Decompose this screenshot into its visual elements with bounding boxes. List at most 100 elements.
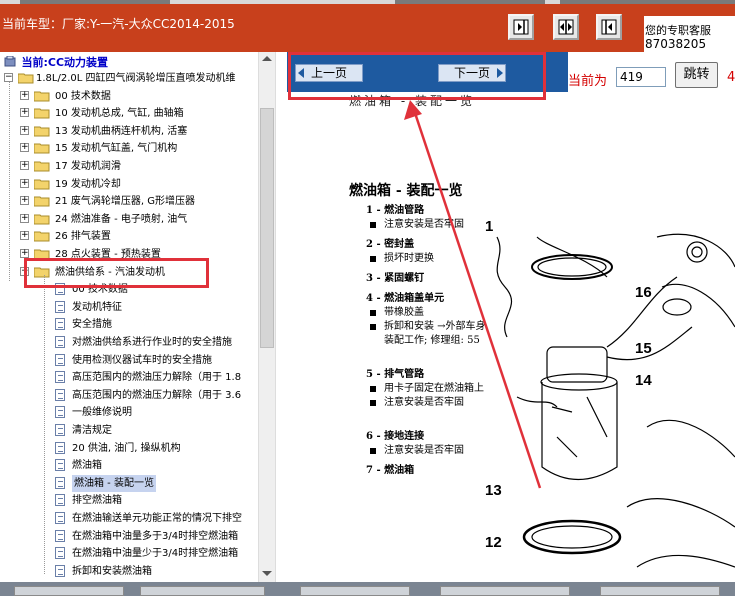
expand-icon[interactable]: + <box>20 249 29 258</box>
bottom-tab[interactable] <box>600 586 720 596</box>
support-label: 您的专职客服 <box>645 24 711 37</box>
callout-16: 16 <box>635 284 652 301</box>
tree-document-label: 20 供油, 油门, 操纵机构 <box>72 442 181 454</box>
document-icon <box>55 336 65 348</box>
document-icon <box>55 441 65 454</box>
document-icon <box>55 547 65 560</box>
tree-document-label: 在燃油箱中油量少于3/4时排空燃油箱 <box>72 548 239 560</box>
pager-highlight-box <box>288 52 546 100</box>
tree-document-label: 拆卸和安装燃油箱 <box>72 565 152 577</box>
top-strip-segment <box>20 0 170 4</box>
tree-folder-label: 24 燃油准备 - 电子喷射, 油气 <box>55 213 188 225</box>
tree-folder-label: 15 发动机气缸盖, 气门机构 <box>55 143 178 155</box>
document-icon <box>55 529 65 542</box>
document-icon <box>55 406 65 419</box>
top-strip-segment <box>395 0 545 4</box>
split-view-icon <box>558 19 574 35</box>
scroll-up-icon[interactable] <box>262 56 272 61</box>
tree-scrollbar[interactable] <box>258 52 275 582</box>
document-icon <box>55 564 65 577</box>
top-strip-segment <box>560 0 735 4</box>
tree-connector <box>44 275 45 575</box>
tree-document-label: 发动机特征 <box>72 301 122 313</box>
current-car-model: 当前车型：厂家:Y-一汽-大众CC2014-2015 <box>2 17 235 31</box>
current-page-label: 当前为 <box>568 74 608 89</box>
document-icon <box>55 424 65 436</box>
document-icon <box>55 353 65 366</box>
expand-icon[interactable]: + <box>20 178 29 188</box>
folder-icon <box>34 231 50 242</box>
tree-document-label: 一般维修说明 <box>72 407 132 419</box>
tree-scroll-thumb[interactable] <box>260 108 274 348</box>
collapse-icon[interactable]: − <box>4 73 13 82</box>
tree-root[interactable]: 当前:CC动力装置 <box>4 54 109 69</box>
callout-14: 14 <box>635 372 652 389</box>
tree-folder-label: 19 发动机冷却 <box>55 178 121 190</box>
support-number: 87038205 <box>645 37 707 51</box>
pane-splitter[interactable] <box>275 52 287 596</box>
folder-icon <box>34 108 50 119</box>
tree-highlight-box <box>24 258 209 288</box>
tree-folder-label: 21 废气涡轮增压器, G形增压器 <box>55 196 196 208</box>
bottom-tab[interactable] <box>300 586 410 596</box>
expand-icon[interactable]: + <box>20 161 29 170</box>
support-contact: 您的专职客服 87038205 <box>644 16 735 52</box>
collapse-left-button[interactable] <box>508 14 534 40</box>
expand-icon[interactable]: + <box>20 143 29 153</box>
tree-document-label: 排空燃油箱 <box>72 495 122 507</box>
expand-right-button[interactable] <box>596 14 622 40</box>
folder-icon <box>34 143 50 154</box>
tree-document-label: 对燃油供给系进行作业时的安全措施 <box>72 337 232 348</box>
expand-icon[interactable]: + <box>20 213 29 223</box>
document-icon <box>55 300 65 313</box>
document-icon <box>55 494 65 507</box>
chapter-tree[interactable]: 当前:CC动力装置 − 1.8L/2.0L 四缸四气阀涡轮增压直喷发动机维 +00 … <box>0 52 275 582</box>
tree-document-label: 高压范围内的燃油压力解除（用于 3.6 <box>72 389 242 401</box>
expand-icon[interactable]: + <box>20 231 29 241</box>
total-pages-fragment: 415 <box>727 70 735 85</box>
expand-icon[interactable]: + <box>20 125 29 135</box>
tree-document-label: 安全措施 <box>72 319 112 331</box>
annotation-arrow <box>404 100 542 489</box>
tree-folder-label: 00 技术数据 <box>55 90 111 102</box>
page-number-input[interactable]: 419 <box>616 67 666 87</box>
collapse-left-icon <box>513 19 529 35</box>
expand-icon[interactable]: + <box>20 196 29 206</box>
top-header-bar: 当前车型：厂家:Y-一汽-大众CC2014-2015 您的专职客服 870382… <box>0 0 735 52</box>
library-icon <box>4 55 16 67</box>
tree-connector <box>9 82 10 282</box>
document-icon <box>55 371 65 384</box>
document-icon <box>55 459 65 472</box>
page-jump-control: 当前为 419 跳转 415 <box>568 62 735 92</box>
folder-icon <box>34 179 50 190</box>
tree-folder-label: 26 排气装置 <box>55 231 111 243</box>
document-icon <box>55 476 65 489</box>
folder-icon <box>34 161 50 172</box>
folder-open-icon <box>18 73 34 84</box>
tree-document-label: 使用检测仪器试车时的安全措施 <box>72 354 212 366</box>
bottom-status-strip <box>0 582 735 596</box>
split-view-button[interactable] <box>553 14 579 40</box>
scroll-down-icon[interactable] <box>262 571 272 576</box>
folder-icon <box>34 196 50 207</box>
expand-icon[interactable]: + <box>20 108 29 118</box>
tree-document-label: 在燃油输送单元功能正常的情况下排空 <box>72 513 242 524</box>
jump-button[interactable]: 跳转 <box>675 62 718 88</box>
bottom-tab[interactable] <box>440 586 570 596</box>
top-strip <box>0 0 735 4</box>
callout-15: 15 <box>635 340 652 357</box>
tree-engine-label: 1.8L/2.0L 四缸四气阀涡轮增压直喷发动机维 <box>36 73 236 84</box>
document-icon <box>55 512 65 524</box>
tree-folder-label: 17 发动机润滑 <box>55 161 121 172</box>
tree-folder-label: 13 发动机曲柄连杆机构, 活塞 <box>55 125 188 137</box>
tree-document-label: 高压范围内的燃油压力解除（用于 1.8 <box>72 372 242 384</box>
folder-icon <box>34 91 50 102</box>
bottom-tab[interactable] <box>140 586 265 596</box>
folder-icon <box>34 214 50 225</box>
expand-icon[interactable]: + <box>20 90 29 100</box>
bottom-tab[interactable] <box>14 586 124 596</box>
tree-root-label: 当前:CC动力装置 <box>21 56 109 69</box>
tree-document-label: 在燃油箱中油量多于3/4时排空燃油箱 <box>72 530 239 542</box>
document-icon <box>55 318 65 331</box>
expand-right-icon <box>601 19 617 35</box>
